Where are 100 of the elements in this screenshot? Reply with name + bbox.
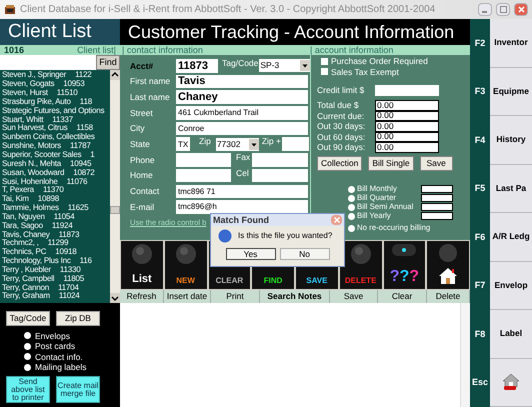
client-row[interactable]: Tammie, Holmes 11625 <box>2 204 110 212</box>
home-button[interactable] <box>427 241 469 289</box>
account-tab[interactable]: | account information <box>310 46 394 54</box>
save-button[interactable]: Save <box>420 156 453 170</box>
mail-merge-button[interactable]: Create mail merge file <box>56 376 100 403</box>
radio-button[interactable] <box>24 332 31 340</box>
find-button[interactable]: Find <box>96 55 120 70</box>
client-row[interactable]: Steven J., Springer 1122 <box>2 71 110 80</box>
scrollbar[interactable] <box>460 303 470 407</box>
input-field[interactable] <box>421 194 453 202</box>
client-row[interactable]: Tai, Kim 10898 <box>2 194 110 204</box>
client-row[interactable]: Tan, Nguyen 11054 <box>2 212 110 222</box>
close-button[interactable] <box>514 3 528 16</box>
client-row[interactable]: Strategic Futures, and Options <box>2 106 110 116</box>
field-label: Fax <box>235 153 252 162</box>
input-field[interactable]: Conroe <box>176 122 308 136</box>
client-row[interactable]: Terry, Campbell 11805 <box>2 274 110 284</box>
input-field[interactable] <box>375 84 439 96</box>
function-button[interactable]: History <box>490 116 532 164</box>
input-field[interactable] <box>282 137 309 151</box>
client-row[interactable]: Susan, Woodward 10872 <box>2 168 110 178</box>
client-row[interactable]: Steven, Gogats 10953 <box>2 80 110 89</box>
radio-button[interactable] <box>24 353 31 360</box>
client-row[interactable]: Sunbern Coins, Collectibles <box>2 132 110 142</box>
client-row[interactable]: Techmc2, , 11299 <box>2 239 110 248</box>
input-field[interactable]: Chaney <box>176 90 308 104</box>
radio-button[interactable] <box>24 342 31 350</box>
client-row[interactable]: Tara, Sagoo 11924 <box>2 221 110 230</box>
radio-button[interactable] <box>348 204 355 210</box>
client-row[interactable]: Technics, PC 10918 <box>2 248 110 257</box>
function-button[interactable] <box>490 358 532 407</box>
tile-button[interactable]: List <box>121 241 163 289</box>
client-row[interactable]: Terry, Cannon 11704 <box>2 283 110 292</box>
client-row[interactable]: Technology, Plus Inc 116 <box>2 256 110 266</box>
collection-button[interactable]: Collection <box>317 156 362 170</box>
input-field[interactable]: 0.00 <box>375 132 439 142</box>
field-label: Phone <box>130 156 156 164</box>
client-row[interactable]: Superior, Scooter Sales 1 <box>2 150 110 160</box>
input-field[interactable]: 461 Cukmberland Trail <box>176 106 308 120</box>
client-row[interactable]: Terry, Graham 11024 <box>2 292 110 301</box>
checkbox[interactable] <box>321 68 328 76</box>
scroll-thumb[interactable] <box>110 206 120 214</box>
key-label: F2 <box>474 36 486 50</box>
client-row[interactable]: T, Pexera 11370 <box>2 186 110 195</box>
input-field[interactable]: 0.00 <box>375 100 439 110</box>
zip-db-button[interactable]: Zip DB <box>56 311 100 326</box>
function-button[interactable]: Inventor <box>490 19 532 68</box>
print-list-button[interactable]: Send above list to printer <box>6 376 50 403</box>
input-field[interactable] <box>176 168 231 182</box>
contact-tab[interactable]: | contact information <box>120 46 310 54</box>
client-row[interactable]: Suresh N., Mehta 10945 <box>2 159 110 168</box>
radio-button[interactable] <box>348 194 355 202</box>
client-row[interactable]: Tavis, Chaney 11873 <box>2 230 110 240</box>
input-field[interactable]: tmc896 71 <box>176 184 308 198</box>
function-button[interactable]: Envelop <box>490 262 532 310</box>
bill-single-button[interactable]: Bill Single <box>368 156 414 170</box>
input-field[interactable]: tmc896@h <box>176 200 308 214</box>
input-field[interactable]: 0.00 <box>375 110 439 121</box>
radio-button[interactable] <box>348 186 355 192</box>
no-button[interactable]: No <box>280 248 330 260</box>
client-row[interactable]: Sunshine, Motors 11787 <box>2 142 110 151</box>
function-button[interactable]: Last Pa <box>490 164 532 213</box>
key-label: F6 <box>474 230 486 244</box>
zip-dropdown[interactable]: 77302 <box>216 138 259 151</box>
radio-button[interactable] <box>348 212 355 220</box>
client-row[interactable]: Terry , Kuebler 11330 <box>2 266 110 274</box>
key-label: Esc <box>470 376 489 389</box>
tag-code-button[interactable]: Tag/Code <box>6 311 50 326</box>
radio-button[interactable] <box>348 224 355 232</box>
client-row[interactable]: Sun Harvest, Citrus 1158 <box>2 124 110 133</box>
input-field[interactable]: TX <box>176 137 190 151</box>
client-row[interactable]: Steven, Hurst 11510 <box>2 88 110 98</box>
record-count: 1016 <box>4 46 24 54</box>
scrollbar[interactable] <box>110 70 120 303</box>
input-field[interactable] <box>421 212 453 220</box>
input-field[interactable] <box>252 168 308 182</box>
client-row[interactable]: Susi, Hohenlohe 11076 <box>2 177 110 186</box>
function-button[interactable]: Equipme <box>490 68 532 116</box>
tile-button[interactable]: DELETE <box>340 241 382 289</box>
tag-code-dropdown[interactable]: SP-3 <box>259 59 310 72</box>
radio-button[interactable] <box>24 364 31 371</box>
input-field[interactable] <box>176 153 231 167</box>
tile-button[interactable]: NEW <box>164 241 206 289</box>
input-field[interactable]: 0.00 <box>375 121 439 132</box>
client-row[interactable]: Stuart, Whitt 11337 <box>2 115 110 124</box>
function-button[interactable]: Label <box>490 310 532 358</box>
minimize-button[interactable] <box>478 3 492 16</box>
client-row[interactable]: Strasburg Pike, Auto 118 <box>2 98 110 106</box>
input-field[interactable]: 0.00 <box>375 142 439 152</box>
yes-button[interactable]: Yes <box>226 248 276 260</box>
maximize-button[interactable] <box>496 3 510 16</box>
function-button[interactable]: A/R Ledg <box>490 213 532 262</box>
help-button[interactable]: ??? <box>384 241 426 289</box>
input-field[interactable] <box>421 203 453 211</box>
input-field[interactable] <box>252 153 308 167</box>
checkbox[interactable] <box>321 58 328 65</box>
input-field[interactable]: Tavis <box>176 74 308 88</box>
input-field[interactable]: 11873 <box>176 59 218 72</box>
input-field[interactable] <box>421 185 453 193</box>
client-list-tab[interactable]: Client list| <box>77 46 116 54</box>
